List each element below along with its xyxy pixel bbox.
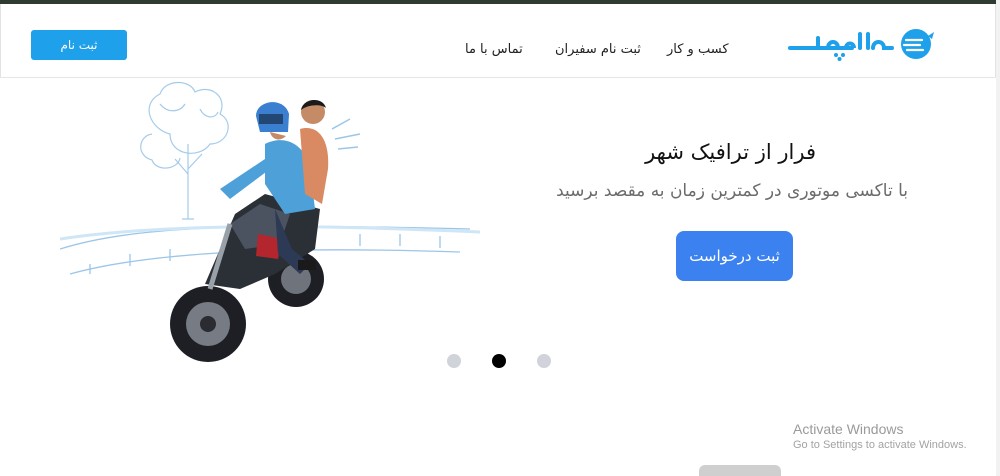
carousel-dot[interactable] bbox=[447, 354, 461, 368]
windows-activation-title: Activate Windows bbox=[793, 421, 904, 437]
submit-request-button[interactable]: ثبت درخواست bbox=[676, 231, 793, 281]
nav-contact-us[interactable]: تماس با ما bbox=[465, 42, 523, 57]
hero-subtitle: با تاکسی موتوری در کمترین زمان به مقصد ب… bbox=[556, 181, 908, 201]
carousel-dot[interactable] bbox=[537, 354, 551, 368]
site-header: ثبت نام تماس با ما ثبت نام سفیران کسب و … bbox=[0, 4, 1000, 78]
nav-business[interactable]: کسب و کار bbox=[667, 42, 729, 57]
nav-ambassador-signup[interactable]: ثبت نام سفیران bbox=[555, 42, 641, 57]
register-button[interactable]: ثبت نام bbox=[31, 30, 127, 60]
partial-card bbox=[699, 465, 781, 476]
scrollbar[interactable] bbox=[996, 0, 1000, 476]
windows-activation-subtitle: Go to Settings to activate Windows. bbox=[793, 439, 967, 451]
alopeyk-logo[interactable] bbox=[788, 26, 938, 62]
hero-title: فرار از ترافیک شهر bbox=[645, 140, 816, 164]
motorcycle-illustration bbox=[59, 74, 481, 374]
carousel-dot-active[interactable] bbox=[492, 354, 506, 368]
